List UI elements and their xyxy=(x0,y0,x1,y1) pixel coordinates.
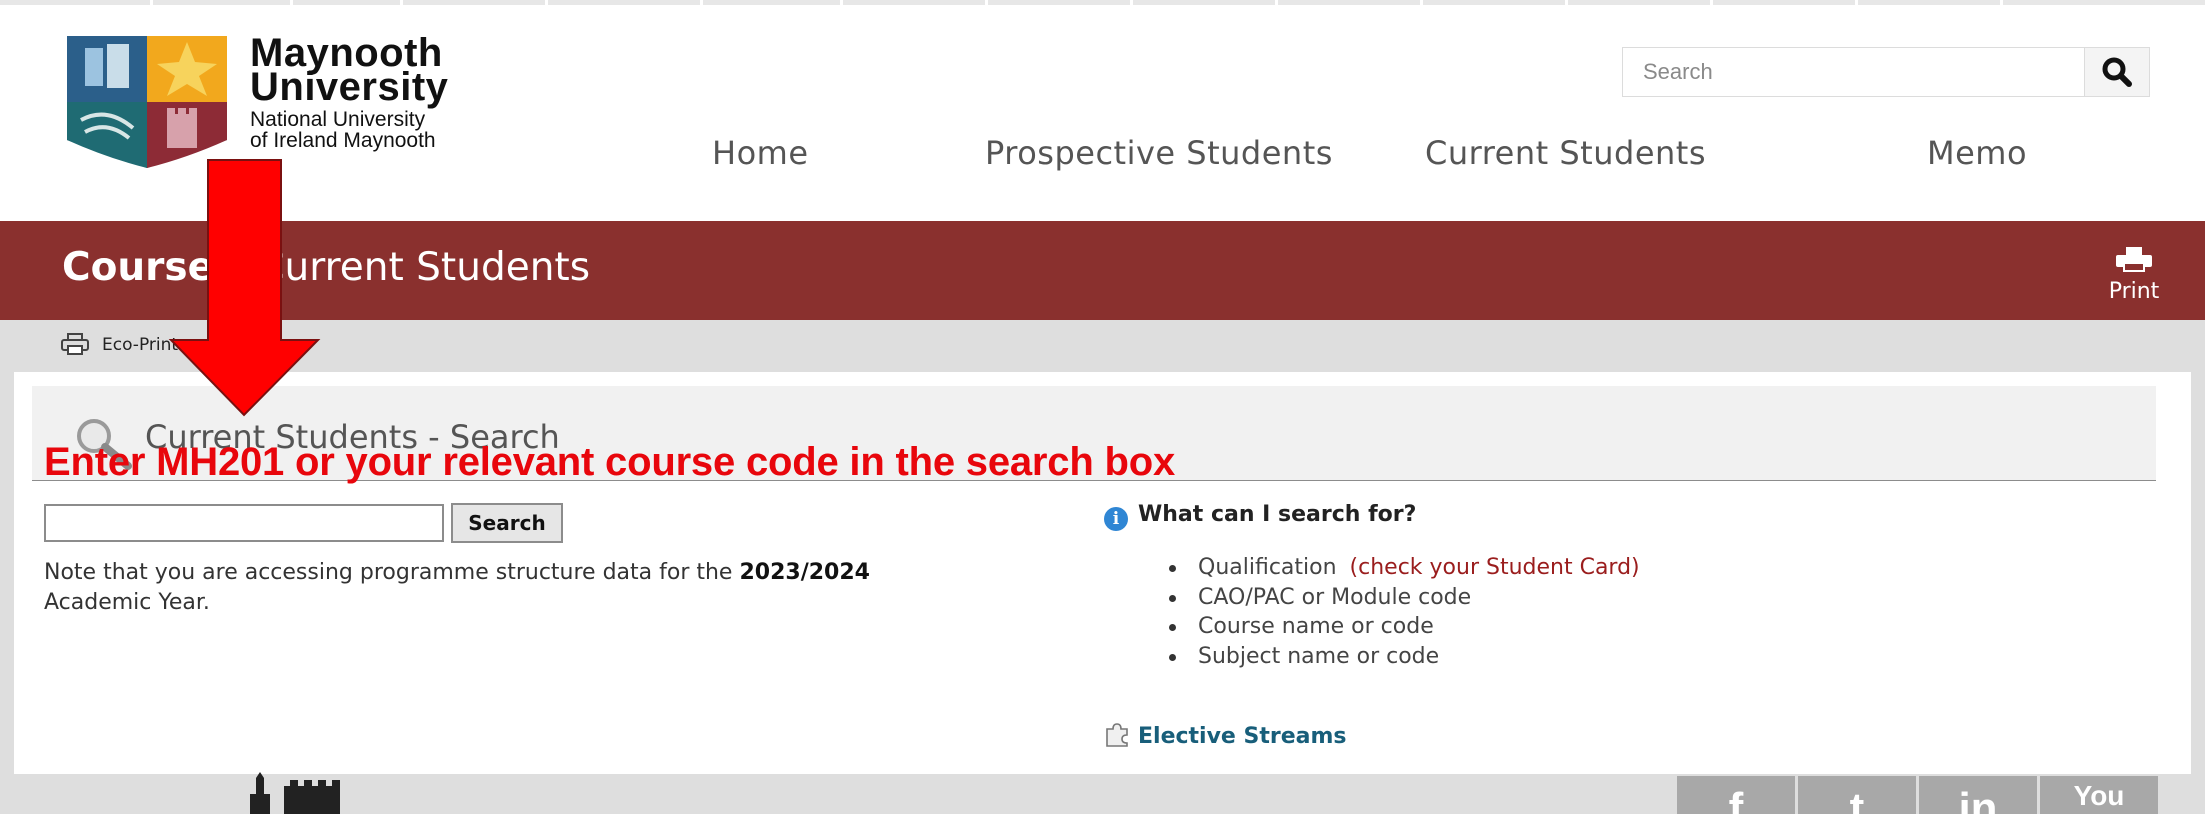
top-strip xyxy=(0,0,2205,5)
info-icon: i xyxy=(1104,507,1128,531)
facebook-icon: f xyxy=(1728,784,1744,814)
help-item-text: Qualification xyxy=(1198,555,1344,580)
site-search-button[interactable] xyxy=(2084,48,2149,96)
list-item: Qualification (check your Student Card) xyxy=(1168,553,1640,583)
puzzle-icon xyxy=(1106,723,1128,747)
linkedin-button[interactable]: in xyxy=(1919,776,2037,814)
site-search: Search xyxy=(1622,47,2150,97)
twitter-icon: t xyxy=(1849,784,1865,814)
printer-icon xyxy=(2116,247,2152,272)
course-search-button[interactable]: Search xyxy=(451,503,563,543)
academic-year-note: Note that you are accessing programme st… xyxy=(44,558,1044,618)
utility-bar: Eco-Print xyxy=(0,320,2205,372)
elective-streams-link[interactable]: Elective Streams xyxy=(1104,723,1347,749)
help-item-text: Course name or code xyxy=(1198,614,1434,639)
facebook-button[interactable]: f xyxy=(1677,776,1795,814)
nav-current-students[interactable]: Current Students xyxy=(1425,134,1706,172)
red-arrow-annotation xyxy=(168,159,321,417)
youtube-icon: You xyxy=(2073,780,2125,811)
instruction-annotation: Enter MH201 or your relevant course code… xyxy=(44,440,1175,484)
site-search-input[interactable]: Search xyxy=(1643,59,1713,85)
help-heading: i What can I search for? xyxy=(1104,502,1416,531)
nav-prospective-students[interactable]: Prospective Students xyxy=(985,134,1333,172)
list-item: Subject name or code xyxy=(1168,642,1640,672)
help-list: Qualification (check your Student Card) … xyxy=(1168,553,1640,671)
nav-home[interactable]: Home xyxy=(712,134,809,172)
list-item: Course name or code xyxy=(1168,612,1640,642)
print-button[interactable]: Print xyxy=(2099,245,2169,304)
help-item-text: Subject name or code xyxy=(1198,643,1440,669)
nav-memo[interactable]: Memo xyxy=(1927,134,2027,172)
print-label: Print xyxy=(2108,279,2160,304)
note-suffix: Academic Year. xyxy=(44,590,210,615)
help-item-text: CAO/PAC or Module code xyxy=(1198,584,1472,610)
note-year: 2023/2024 xyxy=(739,560,870,585)
note-prefix: Note that you are accessing programme st… xyxy=(44,560,740,585)
help-item-extra: (check your Student Card) xyxy=(1349,555,1640,580)
help-heading-text: What can I search for? xyxy=(1138,502,1417,527)
twitter-button[interactable]: t xyxy=(1798,776,1916,814)
castle-icon xyxy=(250,772,340,814)
linkedin-icon: in xyxy=(1958,784,1998,814)
page-banner: Courses Current Students Print xyxy=(0,221,2205,320)
search-icon xyxy=(2102,57,2132,87)
youtube-button[interactable]: You xyxy=(2040,776,2158,814)
list-item: CAO/PAC or Module code xyxy=(1168,583,1640,613)
course-search-input[interactable] xyxy=(44,504,444,542)
elective-streams-label: Elective Streams xyxy=(1138,724,1347,749)
